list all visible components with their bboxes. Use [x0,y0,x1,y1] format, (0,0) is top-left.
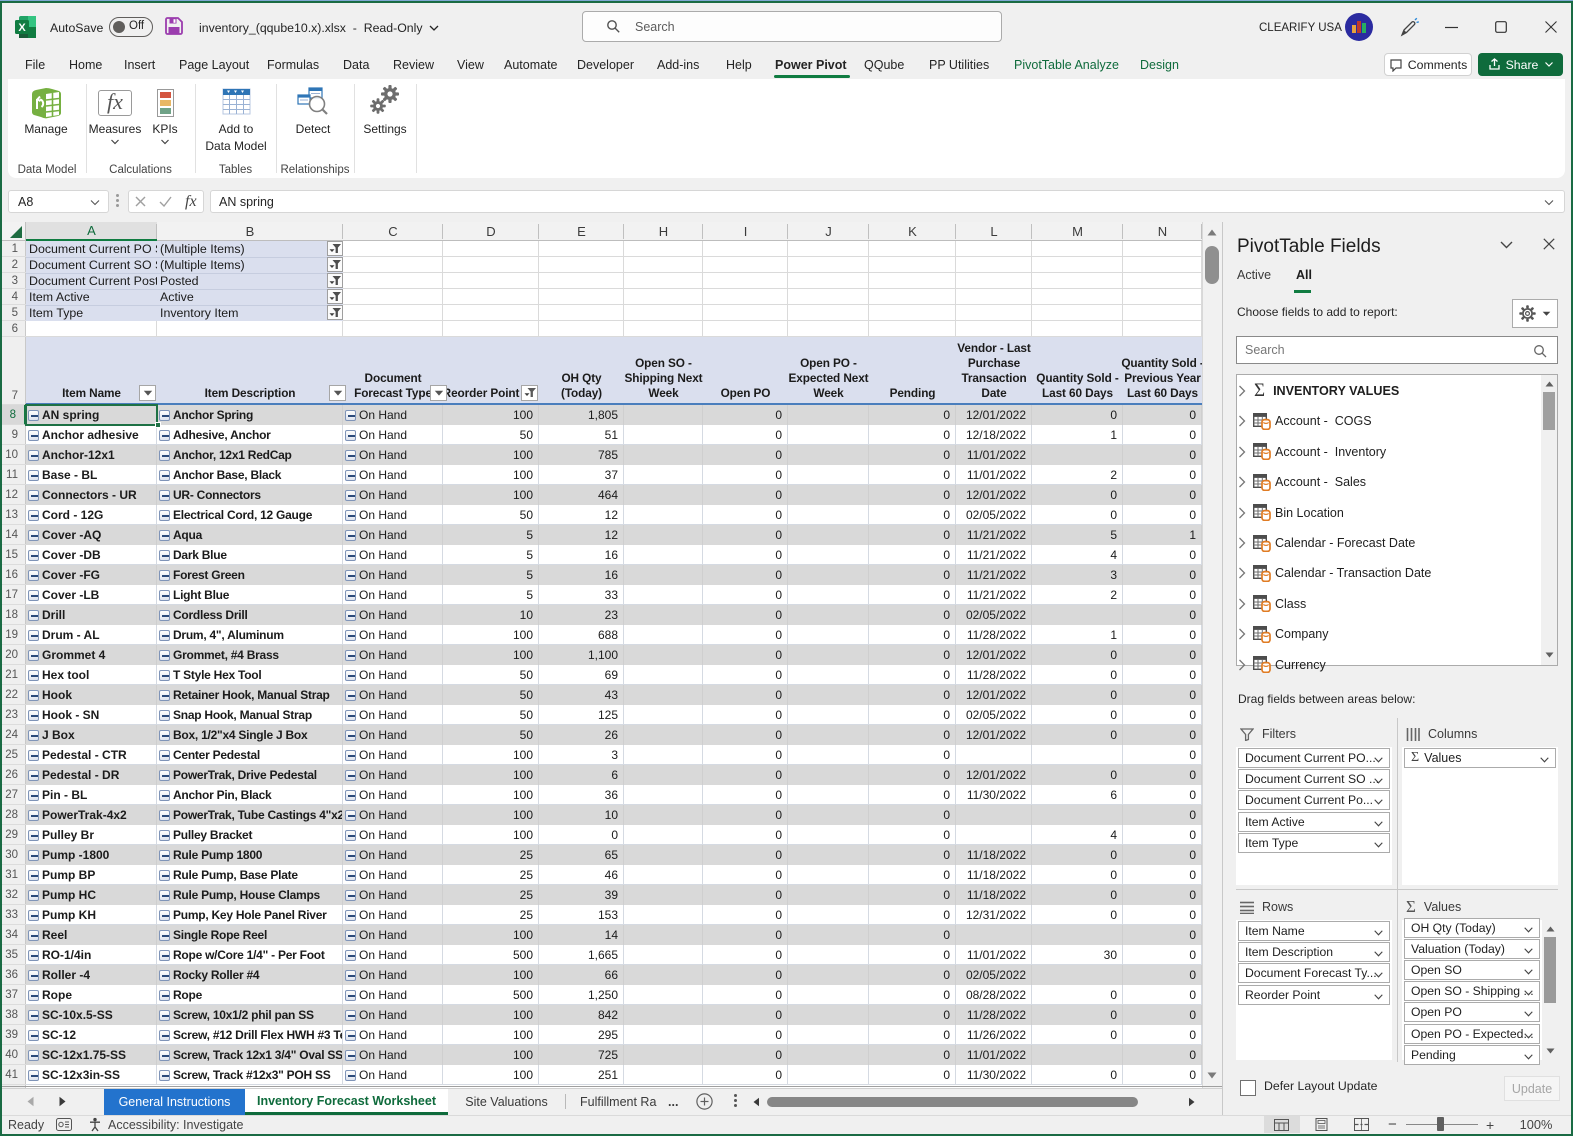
svg-text:X: X [18,22,26,34]
